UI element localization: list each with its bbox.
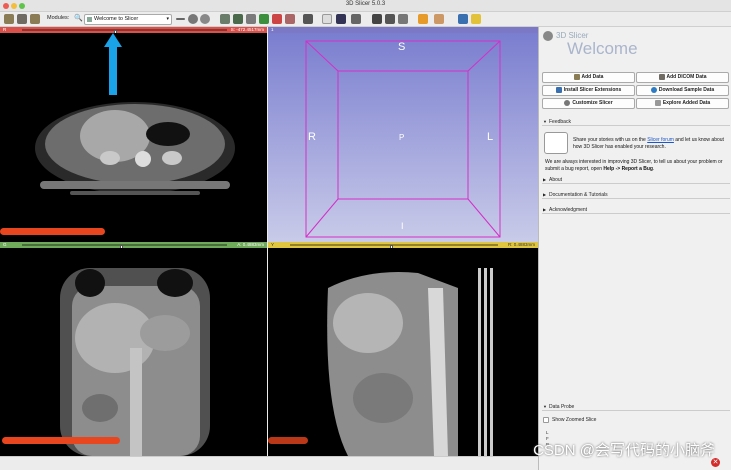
orientation-inferior: I [401, 221, 404, 231]
chevron-down-icon: ▼ [543, 404, 547, 409]
about-section-header[interactable]: ▶ About [542, 176, 730, 184]
feedback-section-header[interactable]: ▼ Feedback [542, 118, 730, 126]
crosshair-toggle-icon[interactable] [418, 14, 428, 24]
coronal-ct-image [60, 268, 210, 456]
extensions-icon [555, 86, 562, 93]
explore-data-button[interactable]: Explore Added Data [636, 98, 729, 109]
orientation-superior: S [398, 41, 406, 53]
redaction-mark [268, 437, 308, 444]
module-icon [87, 17, 92, 22]
feedback-text: Share your stories with us on the Slicer… [573, 137, 724, 150]
module-search-icon[interactable]: 🔍 [74, 14, 83, 22]
show-zoomed-slice-checkbox[interactable] [543, 417, 549, 423]
dicom-icon[interactable] [17, 14, 27, 24]
place-fiducial-icon[interactable] [336, 14, 346, 24]
slicer-forum-link[interactable]: Slicer forum [647, 137, 674, 143]
python-icon[interactable] [471, 14, 481, 24]
status-bar [0, 456, 538, 470]
docs-section-header[interactable]: ▶ Documentation & Tutorials [542, 191, 730, 199]
redaction-mark [0, 228, 105, 235]
green-slice-view[interactable] [0, 248, 267, 456]
window-title: 3D Slicer 5.0.3 [345, 1, 386, 7]
acknowledgment-section-header[interactable]: ▶ Acknowledgment [542, 206, 730, 214]
orientation-posterior: P [399, 133, 405, 142]
yellow-slice-slider[interactable] [290, 244, 498, 249]
slicer-logo-icon [543, 31, 553, 41]
gear-icon [564, 99, 571, 106]
download-sample-button[interactable]: Download Sample Data [636, 85, 729, 96]
module-selector[interactable]: Welcome to Slicer ▾ [84, 14, 172, 25]
data-probe-section-header[interactable]: ▼ Data Probe [542, 403, 730, 411]
explore-icon [654, 99, 661, 106]
red-slice-view[interactable] [0, 33, 267, 242]
chevron-right-icon: ▶ [543, 177, 547, 182]
download-icon [650, 86, 657, 93]
threed-view[interactable]: S R P L I [268, 33, 538, 242]
scene-view-icon[interactable] [385, 14, 395, 24]
customize-slicer-button[interactable]: Customize Slicer [542, 98, 635, 109]
window-level-icon[interactable] [434, 14, 444, 24]
welcome-title: Welcome [567, 39, 638, 58]
chat-bubble-icon [544, 132, 568, 154]
red-slice-slider[interactable] [22, 29, 227, 34]
report-bug-menu-path: Help -> Report a Bug [603, 165, 653, 172]
orientation-left: L [487, 131, 494, 143]
redaction-mark [2, 437, 120, 444]
error-log-icon[interactable]: ✕ [711, 458, 720, 467]
pointer-icon[interactable] [322, 14, 332, 24]
blue-arrow-annotation [104, 33, 122, 95]
axial-ct-image [35, 102, 235, 195]
transforms-icon[interactable] [285, 14, 295, 24]
volumes-icon[interactable] [233, 14, 243, 24]
module-selector-value: Welcome to Slicer [94, 16, 139, 22]
dicom-icon [658, 73, 665, 80]
save-icon[interactable] [30, 14, 40, 24]
chevron-down-icon: ▾ [166, 16, 169, 22]
add-data-icon [573, 73, 580, 80]
module-panel: 3D Slicer Welcome Add Data Add DICOM Dat… [538, 27, 731, 470]
sagittal-ct-image [327, 268, 493, 456]
editor-icon[interactable] [259, 14, 269, 24]
crosshair-icon[interactable] [351, 14, 361, 24]
add-data-button[interactable]: Add Data [542, 72, 635, 83]
install-extensions-button[interactable]: Install Slicer Extensions [542, 85, 635, 96]
add-dicom-button[interactable]: Add DICOM Data [636, 72, 729, 83]
bug-report-text: We are always interested in improving 3D… [545, 159, 723, 172]
data-module-icon[interactable] [220, 14, 230, 24]
probe-line: L [546, 430, 549, 435]
module-history-icon[interactable] [176, 18, 185, 20]
python-console-icon[interactable] [458, 14, 468, 24]
load-data-icon[interactable] [4, 14, 14, 24]
screenshot-icon[interactable] [372, 14, 382, 24]
main-toolbar: Modules: 🔍 Welcome to Slicer ▾ [0, 12, 731, 27]
show-zoomed-slice-label: Show Zoomed Slice [552, 417, 597, 423]
green-slice-slider[interactable] [22, 244, 227, 249]
forward-icon[interactable] [200, 14, 210, 24]
markups-icon[interactable] [272, 14, 282, 24]
chevron-down-icon: ▼ [543, 119, 547, 124]
modules-label: Modules: [47, 15, 70, 21]
yellow-slice-view[interactable] [268, 248, 538, 456]
models-icon[interactable] [246, 14, 256, 24]
title-bar: 3D Slicer 5.0.3 [0, 0, 731, 12]
extensions-icon[interactable] [398, 14, 408, 24]
chevron-right-icon: ▶ [543, 192, 547, 197]
back-icon[interactable] [188, 14, 198, 24]
orientation-right: R [308, 131, 316, 143]
chevron-right-icon: ▶ [543, 207, 547, 212]
watermark: CSDN @会写代码的小脑斧 [533, 442, 715, 459]
layout-icon[interactable] [303, 14, 313, 24]
